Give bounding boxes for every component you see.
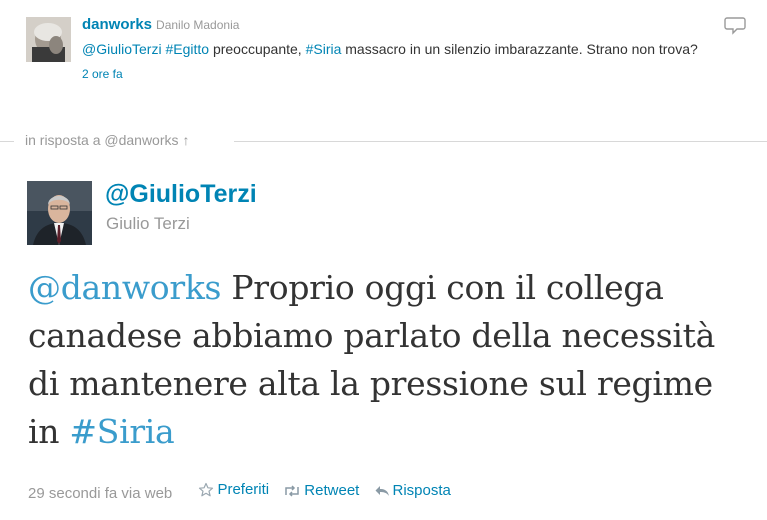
hashtag-link[interactable]: #Siria [306,41,342,57]
author-screen-name[interactable]: @GiulioTerzi [105,178,257,210]
reply-label: Risposta [392,482,451,499]
reply-arrow-icon [375,486,389,496]
tweet-text: @danworks Proprio oggi con il collega ca… [28,264,748,456]
author-screen-name[interactable]: danworks [82,16,152,33]
reply-speech-bubble-icon[interactable] [724,14,746,36]
mention-link[interactable]: @danworks [28,268,221,307]
tweet-text-part: preoccupante, [209,41,306,57]
favorite-button[interactable]: Preferiti [198,479,269,501]
author-display-name: Danilo Madonia [156,18,240,32]
hashtag-link[interactable]: #Egitto [165,41,209,57]
avatar[interactable] [27,181,92,245]
original-tweet: danworks Danilo Madonia @GiulioTerzi #Egi… [26,14,746,114]
tweet-text: @GiulioTerzi #Egitto preoccupante, #Siri… [82,37,722,61]
retweet-label: Retweet [304,482,360,499]
in-reply-to-text: in risposta a @danworks [25,132,179,148]
retweet-button[interactable]: Retweet [283,480,359,502]
mention-link[interactable]: @GiulioTerzi [82,41,162,57]
in-reply-to-label[interactable]: in risposta a @danworks ↑ [25,132,190,148]
favorite-label: Preferiti [217,481,270,498]
avatar[interactable] [26,17,71,62]
divider-line [0,141,14,142]
author-display-name: Giulio Terzi [106,214,190,233]
tweet-actions-bar: 29 secondi fa via web Preferiti Retweet … [28,479,451,502]
tweet-text-part: massacro in un silenzio imbarazzante. St… [341,41,698,57]
in-reply-to-divider: in risposta a @danworks ↑ [0,131,767,151]
divider-line [234,141,767,142]
timestamp-link[interactable]: 2 ore fa [82,67,123,81]
hashtag-link[interactable]: #Siria [69,412,174,451]
up-arrow-icon: ↑ [182,132,190,148]
retweet-icon [285,485,300,497]
reply-button[interactable]: Risposta [374,480,451,502]
tweet-meta: 29 secondi fa via web [28,485,173,502]
star-icon [199,482,214,497]
